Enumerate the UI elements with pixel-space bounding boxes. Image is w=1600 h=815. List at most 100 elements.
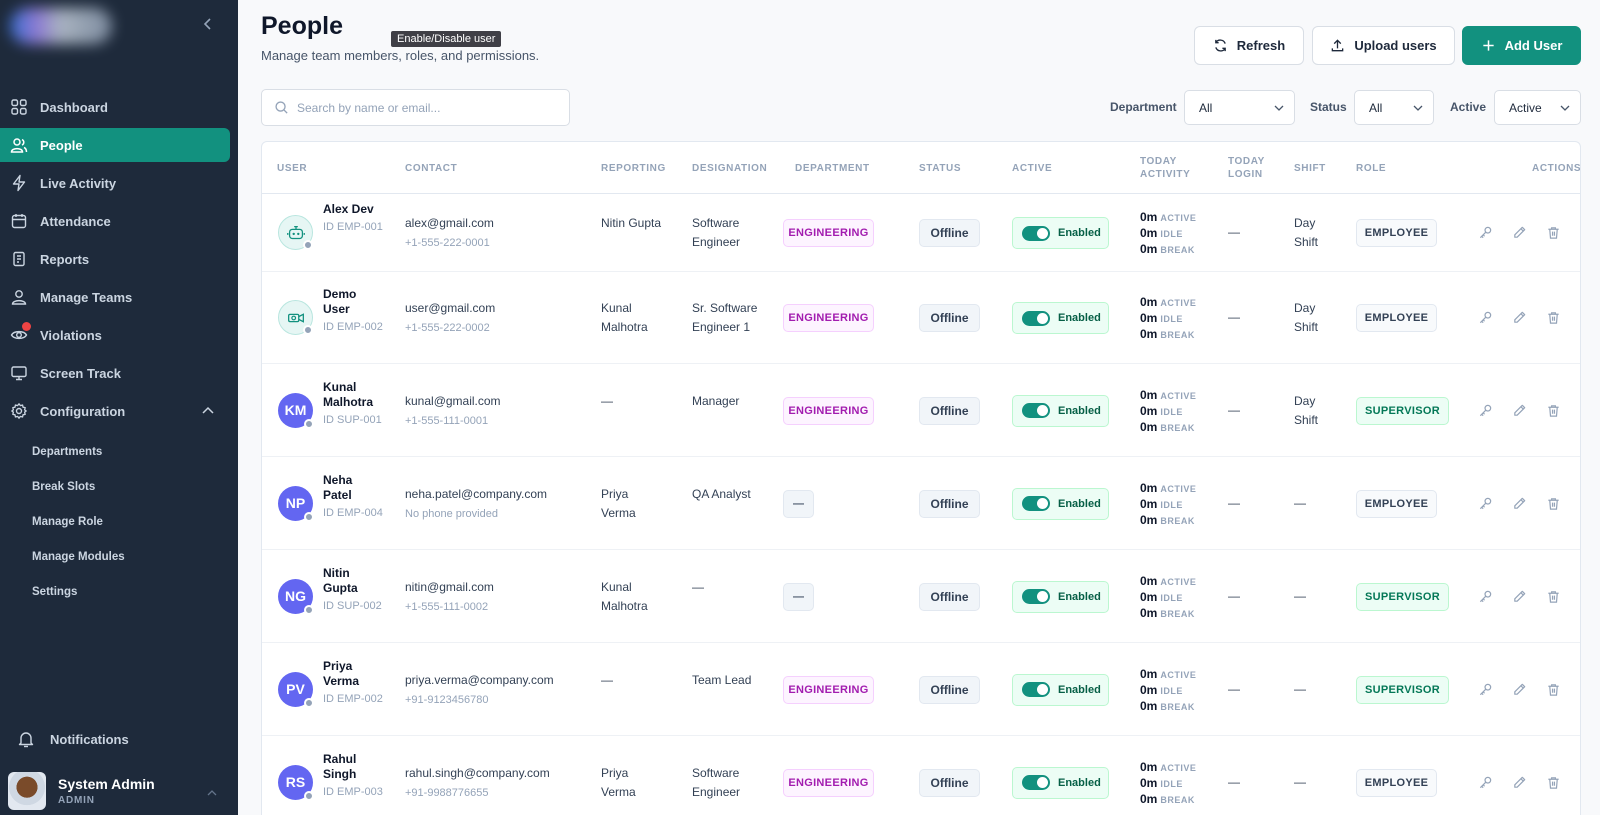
- search-input[interactable]: [297, 100, 557, 115]
- column-header-role[interactable]: ROLE: [1356, 142, 1386, 194]
- column-header-designation[interactable]: DESIGNATION: [692, 142, 767, 194]
- trash-icon[interactable]: [1546, 403, 1561, 418]
- table-row[interactable]: PV Priya Verma ID EMP-002 priya.verma@co…: [262, 643, 1580, 736]
- activity-break-value: 0m: [1140, 512, 1158, 527]
- status-badge: Offline: [919, 304, 980, 332]
- collapse-sidebar-button[interactable]: [199, 16, 217, 36]
- table-row[interactable]: Demo User ID EMP-002 user@gmail.com +1-5…: [262, 272, 1580, 364]
- edit-icon[interactable]: [1512, 589, 1527, 604]
- activity-break-label: BREAK: [1160, 608, 1195, 619]
- toggle-switch[interactable]: [1022, 775, 1050, 790]
- trash-icon[interactable]: [1546, 682, 1561, 697]
- table-row[interactable]: RS Rahul Singh ID EMP-003 rahul.singh@co…: [262, 736, 1580, 815]
- user-name[interactable]: Alex Dev: [323, 202, 383, 217]
- edit-icon[interactable]: [1512, 496, 1527, 511]
- user-name[interactable]: Priya Verma: [323, 659, 383, 689]
- sidebar-item-dashboard[interactable]: Dashboard: [0, 90, 230, 124]
- active-toggle[interactable]: Enabled: [1012, 673, 1109, 706]
- sidebar-item-manage-teams[interactable]: Manage Teams: [0, 280, 230, 314]
- current-user-role: ADMIN: [58, 795, 95, 806]
- column-header-department[interactable]: DEPARTMENT: [795, 142, 870, 194]
- toggle-switch[interactable]: [1022, 682, 1050, 697]
- column-header-today-activity[interactable]: TODAY ACTIVITY: [1140, 142, 1200, 194]
- sidebar-subitem-settings[interactable]: Settings: [32, 586, 77, 598]
- sidebar-item-violations[interactable]: Violations: [0, 318, 230, 352]
- toggle-switch[interactable]: [1022, 403, 1050, 418]
- presence-dot: [304, 511, 314, 522]
- sidebar-item-screen-track[interactable]: Screen Track: [0, 356, 230, 390]
- edit-icon[interactable]: [1512, 403, 1527, 418]
- presence-dot: [303, 240, 313, 250]
- today-activity: 0m ACTIVE 0m IDLE 0m BREAK: [1140, 667, 1196, 715]
- table-row[interactable]: Alex Dev ID EMP-001 alex@gmail.com +1-55…: [262, 194, 1580, 272]
- column-header-status[interactable]: STATUS: [919, 142, 961, 194]
- current-user[interactable]: System Admin ADMIN: [8, 772, 155, 810]
- edit-icon[interactable]: [1512, 310, 1527, 325]
- sidebar-item-live-activity[interactable]: Live Activity: [0, 166, 230, 200]
- key-icon[interactable]: [1478, 589, 1493, 604]
- key-icon[interactable]: [1478, 775, 1493, 790]
- refresh-button[interactable]: Refresh: [1194, 26, 1304, 65]
- toggle-switch[interactable]: [1022, 589, 1050, 604]
- column-header-contact[interactable]: CONTACT: [405, 142, 457, 194]
- column-header-active[interactable]: ACTIVE: [1012, 142, 1052, 194]
- sidebar-subitem-departments[interactable]: Departments: [32, 446, 102, 458]
- toggle-switch[interactable]: [1022, 310, 1050, 326]
- key-icon[interactable]: [1478, 310, 1493, 325]
- sidebar-subitem-manage-role[interactable]: Manage Role: [32, 516, 103, 528]
- toggle-switch[interactable]: [1022, 496, 1050, 511]
- active-toggle-label: Enabled: [1058, 404, 1101, 417]
- department-select[interactable]: All: [1184, 90, 1295, 125]
- sidebar-subitem-break-slots[interactable]: Break Slots: [32, 481, 95, 493]
- toggle-switch[interactable]: [1022, 225, 1050, 241]
- key-icon[interactable]: [1478, 682, 1493, 697]
- trash-icon[interactable]: [1546, 496, 1561, 511]
- edit-icon[interactable]: [1512, 775, 1527, 790]
- edit-icon[interactable]: [1512, 682, 1527, 697]
- user-name[interactable]: Nitin Gupta: [323, 566, 383, 596]
- chevron-up-icon[interactable]: [206, 787, 218, 799]
- user-name[interactable]: Neha Patel: [323, 473, 383, 503]
- active-toggle[interactable]: Enabled: [1012, 580, 1109, 613]
- active-toggle[interactable]: Enabled: [1012, 217, 1109, 249]
- sidebar-item-reports[interactable]: Reports: [0, 242, 230, 276]
- notifications-button[interactable]: Notifications: [16, 729, 129, 749]
- table-row[interactable]: NP Neha Patel ID EMP-004 neha.patel@comp…: [262, 457, 1580, 550]
- column-header-reporting[interactable]: REPORTING: [601, 142, 666, 194]
- plus-icon: [1482, 40, 1494, 51]
- user-name[interactable]: Demo User: [323, 287, 383, 317]
- activity-break-value: 0m: [1140, 419, 1158, 434]
- upload-users-button[interactable]: Upload users: [1312, 26, 1455, 65]
- reporting-cell: Priya Verma: [601, 765, 636, 799]
- trash-icon[interactable]: [1546, 589, 1561, 604]
- add-user-button[interactable]: Add User: [1462, 26, 1581, 65]
- status-select[interactable]: All: [1354, 90, 1434, 125]
- department-select-value: All: [1199, 100, 1213, 115]
- column-header-shift[interactable]: SHIFT: [1294, 142, 1326, 194]
- trash-icon[interactable]: [1546, 775, 1561, 790]
- active-toggle[interactable]: Enabled: [1012, 394, 1109, 427]
- key-icon[interactable]: [1478, 225, 1493, 240]
- search-box[interactable]: [261, 89, 570, 126]
- sidebar-item-configuration[interactable]: Configuration: [0, 394, 230, 428]
- key-icon[interactable]: [1478, 496, 1493, 511]
- trash-icon[interactable]: [1546, 310, 1561, 325]
- user-name[interactable]: Rahul Singh: [323, 752, 383, 782]
- table-row[interactable]: NG Nitin Gupta ID SUP-002 nitin@gmail.co…: [262, 550, 1580, 643]
- active-toggle[interactable]: Enabled: [1012, 302, 1109, 334]
- active-toggle[interactable]: Enabled: [1012, 766, 1109, 799]
- sidebar-item-attendance[interactable]: Attendance: [0, 204, 230, 238]
- table-row[interactable]: KM Kunal Malhotra ID SUP-001 kunal@gmail…: [262, 364, 1580, 457]
- user-name[interactable]: Kunal Malhotra: [323, 380, 383, 410]
- edit-icon[interactable]: [1512, 225, 1527, 240]
- column-header-user[interactable]: USER: [277, 142, 307, 194]
- active-toggle[interactable]: Enabled: [1012, 487, 1109, 520]
- user-phone: +91-9988776655: [405, 786, 489, 799]
- key-icon[interactable]: [1478, 403, 1493, 418]
- sidebar-subitem-manage-modules[interactable]: Manage Modules: [32, 551, 125, 563]
- column-header-today-login[interactable]: TODAY LOGIN: [1228, 142, 1278, 194]
- sidebar-item-people[interactable]: People: [0, 128, 230, 162]
- trash-icon[interactable]: [1546, 225, 1561, 240]
- active-toggle-label: Enabled: [1058, 312, 1101, 324]
- active-select[interactable]: Active: [1494, 90, 1581, 125]
